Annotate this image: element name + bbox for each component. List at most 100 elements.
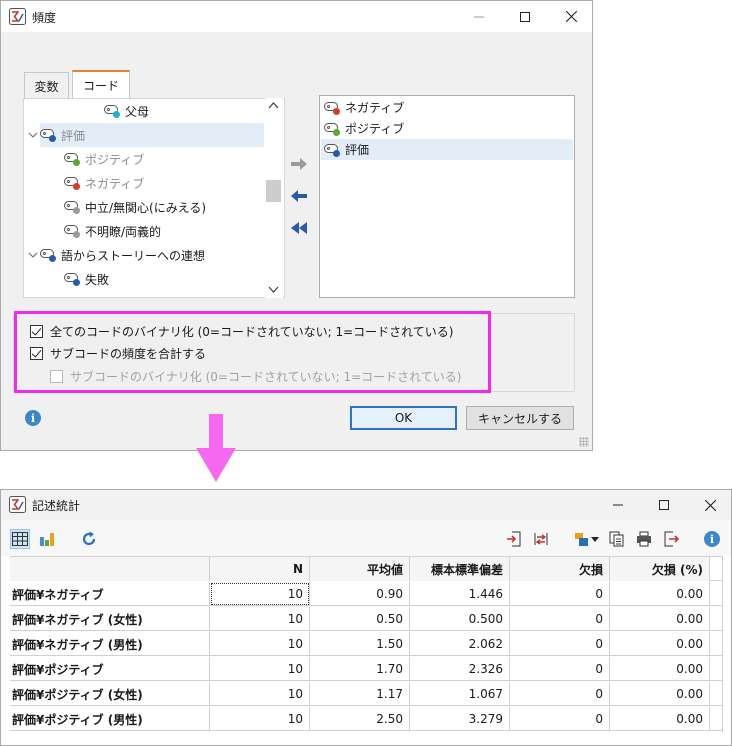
resize-grip[interactable]: [579, 437, 589, 447]
cell-mean[interactable]: 2.50: [310, 707, 410, 731]
cell-mean[interactable]: 0.90: [310, 582, 410, 606]
export-button[interactable]: [661, 529, 681, 549]
scroll-up-icon[interactable]: [268, 101, 279, 109]
tab-codes[interactable]: コード: [72, 70, 130, 99]
cell-missing-pct[interactable]: 0.00: [610, 632, 710, 656]
cell-n[interactable]: 10: [210, 657, 310, 681]
cell-missing[interactable]: 0: [510, 632, 610, 656]
scroll-down-icon[interactable]: [268, 286, 279, 294]
import-button[interactable]: [504, 529, 524, 549]
table-row[interactable]: 評価¥ポジティブ 10 1.70 2.326 0 0.00: [10, 657, 722, 681]
cell-mean[interactable]: 0.50: [310, 607, 410, 631]
cell-sd[interactable]: 2.326: [410, 657, 510, 681]
add-to-selection-button[interactable]: [288, 156, 310, 172]
cell-n[interactable]: 10: [210, 682, 310, 706]
cancel-button-label: キャンセルする: [477, 411, 562, 426]
maximize-button[interactable]: [641, 490, 687, 520]
cell-missing-pct[interactable]: 0.00: [610, 657, 710, 681]
table-view-button[interactable]: [10, 529, 30, 549]
code-icon: [324, 101, 341, 115]
tree-item-ambiguous[interactable]: 不明瞭/両義的: [64, 219, 161, 243]
table-row[interactable]: 評価¥ネガティブ (男性) 10 1.50 2.062 0 0.00: [10, 632, 722, 656]
cell-sd[interactable]: 0.500: [410, 607, 510, 631]
cell-n[interactable]: 10: [210, 632, 310, 656]
cell-sd[interactable]: 1.067: [410, 682, 510, 706]
cell-sd[interactable]: 3.279: [410, 707, 510, 731]
column-header-mean[interactable]: 平均値: [310, 557, 410, 581]
cell-n[interactable]: 10: [210, 607, 310, 631]
tree-item-negative[interactable]: ネガティブ: [64, 171, 144, 195]
cell-sd[interactable]: 1.446: [410, 582, 510, 606]
tree-item-fubo[interactable]: 父母: [104, 99, 149, 123]
column-header-missing[interactable]: 欠損: [510, 557, 610, 581]
selected-code-item[interactable]: ネガティブ: [321, 97, 573, 118]
cell-sd[interactable]: 2.062: [410, 632, 510, 656]
tab-variables[interactable]: 変数: [24, 72, 69, 99]
tree-item-label: 語からストーリーへの連想: [61, 248, 206, 263]
table-row[interactable]: 評価¥ネガティブ 10 0.90 1.446 0 0.00: [10, 582, 722, 606]
close-icon: [565, 11, 577, 22]
cell-missing[interactable]: 0: [510, 657, 610, 681]
tree-item-association[interactable]: 語からストーリーへの連想: [40, 243, 205, 267]
tab-variables-label: 変数: [34, 79, 59, 94]
export-icon: [664, 531, 679, 547]
close-icon: [704, 499, 716, 511]
chevron-down-icon[interactable]: [27, 249, 39, 261]
code-icon: [64, 272, 81, 286]
table-row[interactable]: 評価¥ポジティブ (女性) 10 1.17 1.067 0 0.00: [10, 682, 722, 706]
selected-code-item[interactable]: 評価: [321, 139, 573, 160]
cell-missing[interactable]: 0: [510, 682, 610, 706]
column-header-label[interactable]: [10, 557, 210, 581]
table-row[interactable]: 評価¥ネガティブ (女性) 10 0.50 0.500 0 0.00: [10, 607, 722, 631]
app-logo-icon: [9, 496, 26, 513]
transpose-button[interactable]: [531, 529, 551, 549]
maximize-button[interactable]: [502, 1, 548, 32]
cell-n[interactable]: 10: [210, 582, 310, 606]
copy-button[interactable]: [607, 529, 627, 549]
column-header-n[interactable]: N: [210, 557, 310, 581]
scroll-thumb[interactable]: [266, 180, 281, 202]
cell-missing-pct[interactable]: 0.00: [610, 582, 710, 606]
remove-from-selection-button[interactable]: [288, 188, 310, 204]
cell-missing-pct[interactable]: 0.00: [610, 607, 710, 631]
tree-item-hyoka[interactable]: 評価: [40, 123, 264, 147]
tree-item-failure[interactable]: 失敗: [64, 267, 109, 291]
cell-missing-pct[interactable]: 0.00: [610, 682, 710, 706]
chart-view-button[interactable]: [37, 529, 57, 549]
close-button[interactable]: [548, 1, 594, 32]
cell-missing[interactable]: 0: [510, 707, 610, 731]
export-menu-button[interactable]: [573, 529, 601, 549]
close-button[interactable]: [687, 490, 732, 520]
cell-missing[interactable]: 0: [510, 582, 610, 606]
tree-item-positive[interactable]: ポジティブ: [64, 147, 144, 171]
cell-mean[interactable]: 1.17: [310, 682, 410, 706]
row-label: 評価¥ポジティブ (女性): [10, 682, 210, 706]
dialog-title-bar[interactable]: 頻度: [1, 1, 592, 32]
selected-codes-list[interactable]: ネガティブ ポジティブ 評価: [319, 95, 575, 298]
column-header-sd[interactable]: 標本標準偏差: [410, 557, 510, 581]
tree-scrollbar[interactable]: [265, 98, 283, 298]
refresh-button[interactable]: [79, 529, 99, 549]
tree-item-neutral[interactable]: 中立/無関心(にみえる): [64, 195, 206, 219]
info-icon[interactable]: i: [704, 531, 720, 547]
cell-n[interactable]: 10: [210, 707, 310, 731]
minimize-button[interactable]: [456, 1, 502, 32]
table-row[interactable]: 評価¥ポジティブ (男性) 10 2.50 3.279 0 0.00: [10, 707, 722, 731]
info-icon[interactable]: i: [25, 410, 41, 426]
cell-mean[interactable]: 1.50: [310, 632, 410, 656]
cell-missing-pct[interactable]: 0.00: [610, 707, 710, 731]
cell-mean[interactable]: 1.70: [310, 657, 410, 681]
selected-code-item[interactable]: ポジティブ: [321, 118, 573, 139]
remove-all-button[interactable]: [288, 220, 310, 236]
code-tree[interactable]: 父母 評価 ポジティブ ネガティブ 中立/無関心(にみえる) 不明瞭/両義的 語…: [23, 98, 285, 298]
cancel-button[interactable]: キャンセルする: [466, 406, 574, 430]
ok-button[interactable]: OK: [350, 406, 457, 430]
row-label: 評価¥ポジティブ (男性): [10, 707, 210, 731]
column-header-missing-pct[interactable]: 欠損 (%): [610, 557, 710, 581]
cell-missing[interactable]: 0: [510, 607, 610, 631]
chevron-down-icon[interactable]: [27, 129, 39, 141]
stats-title-bar[interactable]: 記述統計: [1, 490, 731, 520]
print-button[interactable]: [634, 529, 654, 549]
minimize-button[interactable]: [595, 490, 641, 520]
table-icon: [12, 532, 28, 546]
